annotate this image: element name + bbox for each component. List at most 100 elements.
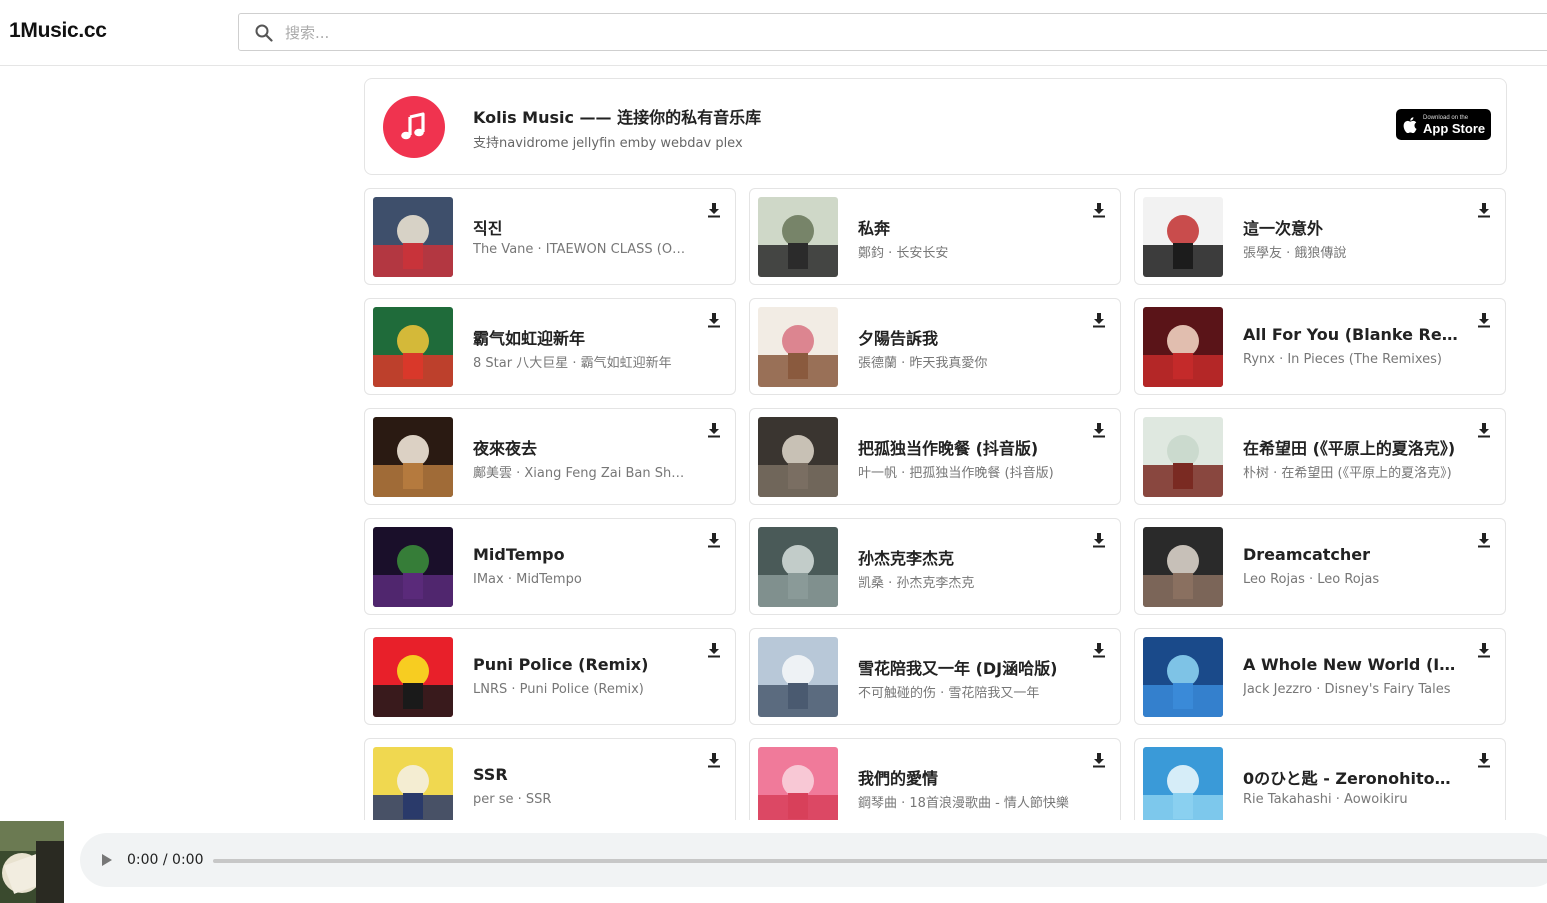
song-title[interactable]: 孙杰克李杰克 — [858, 545, 1073, 569]
download-icon[interactable] — [1475, 201, 1493, 219]
album-cover[interactable] — [758, 307, 838, 387]
song-artist-album: Leo Rojas · Leo Rojas — [1243, 572, 1380, 587]
song-artist-album: 朴树 · 在希望田 (《平原上的夏洛克》) — [1243, 466, 1452, 481]
album-cover[interactable] — [1143, 527, 1223, 607]
song-card[interactable]: Puni Police (Remix) LNRS · Puni Police (R… — [364, 628, 736, 725]
app-promo-banner: Kolis Music —— 连接你的私有音乐库 支持navidrome jel… — [364, 78, 1507, 175]
song-card[interactable]: 夜來夜去 鄺美雲 · Xiang Feng Zai Ban Sheng — [364, 408, 736, 505]
song-artist-album: 張學友 · 餓狼傳說 — [1243, 246, 1347, 261]
song-artist-album: IMax · MidTempo — [473, 572, 582, 587]
song-card[interactable]: A Whole New World (Instrumental) Jack Jez… — [1134, 628, 1506, 725]
song-title[interactable]: 我們的愛情 — [858, 765, 1073, 789]
song-artist-album: Rie Takahashi · Aowoikiru — [1243, 792, 1408, 807]
song-card[interactable]: 這一次意外張學友 · 餓狼傳說 — [1134, 188, 1506, 285]
song-artist-album: Jack Jezzro · Disney's Fairy Tales — [1243, 682, 1451, 697]
song-card[interactable]: 0のひと匙 - Zeronohitosaji Rie Takahashi · Ao… — [1134, 738, 1506, 820]
song-title[interactable]: 這一次意外 — [1243, 215, 1458, 239]
song-artist-album: per se · SSR — [473, 792, 552, 807]
top-bar: 1Music.cc — [0, 0, 1547, 66]
album-cover[interactable] — [373, 527, 453, 607]
download-icon[interactable] — [1475, 751, 1493, 769]
download-icon[interactable] — [705, 641, 723, 659]
song-title[interactable]: 在希望田 (《平原上的夏洛克》) — [1243, 435, 1458, 459]
song-title[interactable]: SSR — [473, 765, 688, 784]
download-icon[interactable] — [1090, 751, 1108, 769]
search-input[interactable] — [283, 20, 1487, 46]
song-artist-album: 8 Star 八大巨星 · 霸气如虹迎新年 — [473, 356, 672, 371]
download-icon[interactable] — [1090, 531, 1108, 549]
song-artist-album: The Vane · ITAEWON CLASS (Original Telev… — [473, 242, 688, 257]
download-icon[interactable] — [1090, 201, 1108, 219]
album-cover[interactable] — [373, 637, 453, 717]
download-icon[interactable] — [1475, 641, 1493, 659]
download-icon[interactable] — [1475, 531, 1493, 549]
album-cover[interactable] — [1143, 417, 1223, 497]
album-cover[interactable] — [758, 197, 838, 277]
song-title[interactable]: 0のひと匙 - Zeronohitosaji — [1243, 765, 1458, 789]
song-title[interactable]: All For You (Blanke Remix) — [1243, 325, 1458, 344]
song-card[interactable]: 霸气如虹迎新年 8 Star 八大巨星 · 霸气如虹迎新年 — [364, 298, 736, 395]
song-card[interactable]: 在希望田 (《平原上的夏洛克》) 朴树 · 在希望田 (《平原上的夏洛克》) — [1134, 408, 1506, 505]
song-card[interactable]: SSR per se · SSR — [364, 738, 736, 820]
now-playing-cover[interactable] — [0, 821, 64, 903]
album-cover[interactable] — [1143, 197, 1223, 277]
song-title[interactable]: 私奔 — [858, 215, 1073, 239]
download-icon[interactable] — [705, 531, 723, 549]
download-icon[interactable] — [705, 751, 723, 769]
song-title[interactable]: Dreamcatcher — [1243, 545, 1458, 564]
album-cover[interactable] — [373, 197, 453, 277]
song-artist-album: 鄭鈞 · 长安长安 — [858, 246, 949, 261]
album-cover[interactable] — [758, 747, 838, 820]
song-artist-album: 不可触碰的伤 · 雪花陪我又一年 — [858, 686, 1040, 701]
download-icon[interactable] — [705, 201, 723, 219]
song-card[interactable]: 我們的愛情鋼琴曲 · 18首浪漫歌曲 - 情人節快樂 — [749, 738, 1121, 820]
song-title[interactable]: MidTempo — [473, 545, 688, 564]
song-title[interactable]: 직진 — [473, 215, 688, 239]
site-logo[interactable]: 1Music.cc — [9, 19, 107, 43]
song-title[interactable]: 把孤独当作晚餐 (抖音版) — [858, 435, 1073, 459]
song-title[interactable]: A Whole New World (Instrumental) — [1243, 655, 1458, 674]
song-card[interactable]: All For You (Blanke Remix) Rynx · In Piec… — [1134, 298, 1506, 395]
download-icon[interactable] — [1475, 421, 1493, 439]
song-title[interactable]: Puni Police (Remix) — [473, 655, 688, 674]
song-card[interactable]: 雪花陪我又一年 (DJ涵哈版) 不可触碰的伤 · 雪花陪我又一年 — [749, 628, 1121, 725]
song-card[interactable]: MidTempo IMax · MidTempo — [364, 518, 736, 615]
album-cover[interactable] — [373, 307, 453, 387]
download-icon[interactable] — [1090, 421, 1108, 439]
song-title[interactable]: 霸气如虹迎新年 — [473, 325, 688, 349]
apple-icon — [1403, 116, 1417, 133]
album-cover[interactable] — [1143, 637, 1223, 717]
download-icon[interactable] — [705, 311, 723, 329]
app-store-small-label: Download on the — [1423, 114, 1469, 121]
album-cover[interactable] — [373, 417, 453, 497]
play-icon[interactable] — [102, 854, 112, 866]
album-cover[interactable] — [758, 637, 838, 717]
song-title[interactable]: 夜來夜去 — [473, 435, 688, 459]
banner-subtitle: 支持navidrome jellyfin emby webdav plex — [473, 136, 743, 151]
search-box[interactable] — [238, 13, 1547, 51]
app-store-button[interactable]: Download on the App Store — [1396, 109, 1491, 140]
album-cover[interactable] — [373, 747, 453, 820]
song-card[interactable]: 私奔鄭鈞 · 长安长安 — [749, 188, 1121, 285]
progress-bar[interactable] — [213, 859, 1547, 863]
song-card[interactable]: Dreamcatcher Leo Rojas · Leo Rojas — [1134, 518, 1506, 615]
song-title[interactable]: 夕陽告訴我 — [858, 325, 1073, 349]
song-title[interactable]: 雪花陪我又一年 (DJ涵哈版) — [858, 655, 1073, 679]
album-cover[interactable] — [1143, 747, 1223, 820]
music-note-icon — [383, 96, 445, 158]
download-icon[interactable] — [1090, 311, 1108, 329]
banner-title: Kolis Music —— 连接你的私有音乐库 — [473, 108, 762, 127]
song-card[interactable]: 夕陽告訴我 張德蘭 · 昨天我真愛你 — [749, 298, 1121, 395]
song-card[interactable]: 직진 The Vane · ITAEWON CLASS (Original Tel… — [364, 188, 736, 285]
download-icon[interactable] — [1475, 311, 1493, 329]
album-cover[interactable] — [758, 417, 838, 497]
album-cover[interactable] — [758, 527, 838, 607]
song-card[interactable]: 把孤独当作晚餐 (抖音版) 叶一帆 · 把孤独当作晚餐 (抖音版) — [749, 408, 1121, 505]
download-icon[interactable] — [1090, 641, 1108, 659]
song-artist-album: LNRS · Puni Police (Remix) — [473, 682, 644, 697]
song-card[interactable]: 孙杰克李杰克 凯桑 · 孙杰克李杰克 — [749, 518, 1121, 615]
download-icon[interactable] — [705, 421, 723, 439]
album-cover[interactable] — [1143, 307, 1223, 387]
song-artist-album: 鋼琴曲 · 18首浪漫歌曲 - 情人節快樂 — [858, 796, 1069, 811]
song-grid: 직진 The Vane · ITAEWON CLASS (Original Tel… — [364, 188, 1507, 820]
